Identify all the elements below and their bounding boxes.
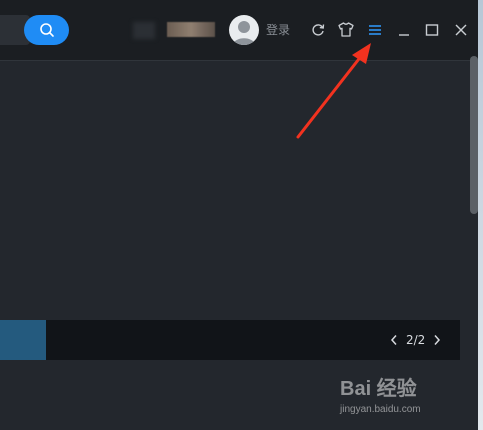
desktop-edge — [478, 0, 483, 430]
annotation-arrow — [296, 43, 371, 139]
watermark-logo: Bai 经验 — [340, 378, 417, 400]
watermark: Bai 经验 jingyan.baidu.com — [340, 372, 470, 422]
watermark-url: jingyan.baidu.com — [340, 404, 421, 415]
app-window: 登录 2/2 Bai 经验 jingyan.baidu.com — [0, 0, 478, 430]
